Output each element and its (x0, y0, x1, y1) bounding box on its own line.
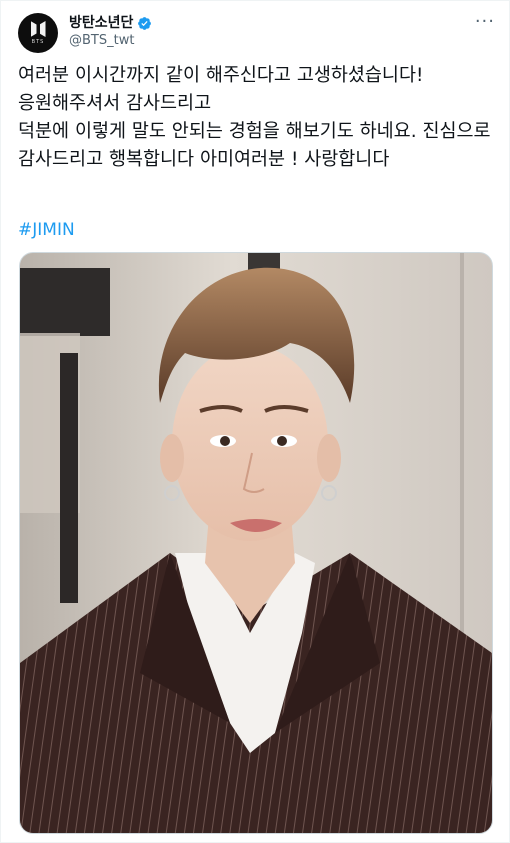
verified-badge-icon (138, 16, 152, 30)
account-handle[interactable]: @BTS_twt (69, 32, 152, 50)
hashtag-link[interactable]: #JIMIN (18, 216, 75, 244)
photo-illustration (20, 253, 492, 833)
avatar-logo-text: BTS (31, 39, 45, 45)
tweet-line: 응원해주셔서 감사드리고 (18, 93, 212, 114)
display-name-row[interactable]: 방탄소년단 (69, 14, 152, 32)
tweet-line: 여러분 이시간까지 같이 해주신다고 고생하셨습니다! (18, 65, 424, 86)
tweet-text: 여러분 이시간까지 같이 해주신다고 고생하셨습니다! 응원해주셔서 감사드리고… (18, 62, 493, 174)
tweet-card: BTS 방탄소년단 @BTS_twt ··· 여러분 이시간까지 같이 해주신다… (0, 0, 510, 843)
bts-logo-icon (31, 21, 46, 37)
display-name[interactable]: 방탄소년단 (69, 14, 133, 32)
tweet-header: BTS 방탄소년단 @BTS_twt ··· (18, 13, 495, 55)
avatar[interactable]: BTS (18, 13, 58, 53)
more-options-icon[interactable]: ··· (475, 13, 495, 31)
tweet-photo[interactable] (19, 252, 493, 834)
tweet-line: 덕분에 이렇게 말도 안되는 경험을 해보기도 하네요. 진심으로 감사드리고 … (18, 121, 497, 170)
account-names: 방탄소년단 @BTS_twt (69, 14, 152, 50)
